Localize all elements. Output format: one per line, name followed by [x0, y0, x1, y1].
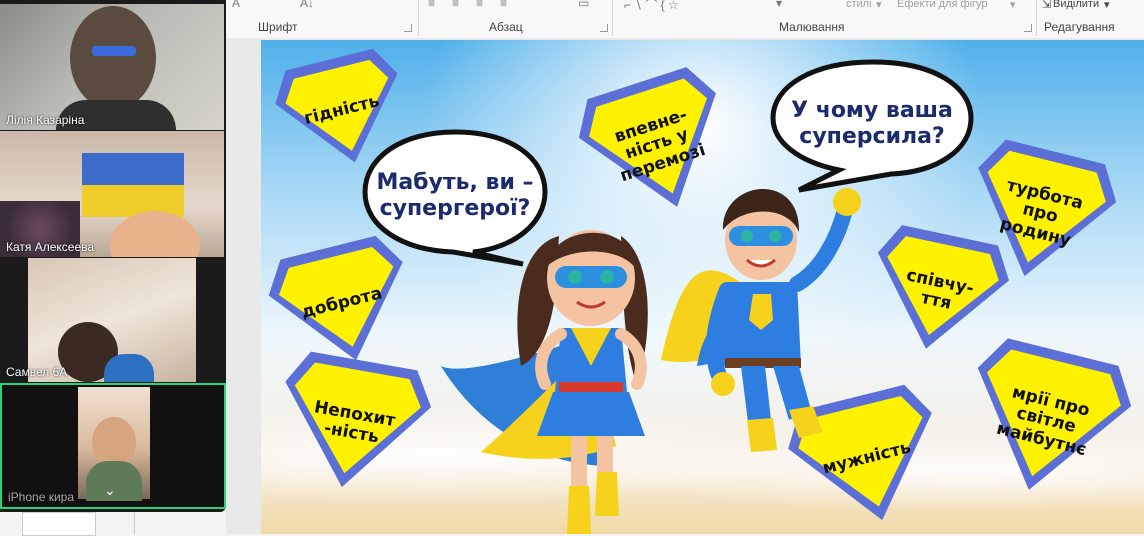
participant-name: iPhone кира — [8, 490, 74, 504]
ribbon-separator — [418, 0, 419, 36]
paragraph-group-label: Абзац — [489, 20, 523, 34]
font-icon[interactable]: A — [232, 0, 240, 10]
ukraine-flag-icon — [82, 153, 184, 217]
chevron-down-icon[interactable]: ▾ — [1104, 0, 1110, 11]
chevron-down-icon[interactable]: ▾ — [876, 0, 882, 11]
participants-panel: Лілія Казаріна Катя Алексеева Самвел 6А … — [0, 0, 226, 512]
shield-label: гідність — [302, 91, 382, 130]
select-button[interactable]: Виділити — [1053, 0, 1099, 10]
drawing-group-label: Малювання — [779, 20, 845, 34]
shield-label: Непохит -ність — [312, 397, 397, 448]
select-arrow-icon[interactable]: ⇲ — [1042, 0, 1051, 11]
ribbon-separator — [612, 0, 613, 36]
slide-thumbnail[interactable] — [22, 512, 96, 536]
superhero-boy-illustration — [661, 170, 881, 460]
align-left-icon[interactable]: ≡ — [428, 0, 435, 10]
font-dialog-launcher-icon[interactable] — [404, 24, 412, 32]
participant-tile[interactable]: Катя Алексеева — [0, 131, 224, 257]
align-center-icon[interactable]: ≡ — [452, 0, 459, 10]
slide[interactable]: Мабуть, ви – супергерої? У чому ваша суп… — [261, 40, 1144, 534]
participant-tile[interactable]: Лілія Казаріна — [0, 4, 224, 130]
editing-group-label: Редагування — [1044, 20, 1115, 34]
participant-name: Самвел 6А — [6, 365, 68, 379]
smartart-icon[interactable]: ▭ — [578, 0, 589, 10]
participant-tile-active[interactable]: iPhone кира ⌄ — [0, 383, 226, 509]
shapes-gallery-icon[interactable]: ⌐ ∖ ⌒ { ☆ — [624, 0, 679, 13]
participant-tile[interactable]: Самвел 6А — [0, 258, 224, 382]
shield-dignity: гідність — [263, 40, 421, 183]
arrange-icon[interactable]: ▾ — [776, 0, 782, 10]
chevron-down-icon[interactable]: ▾ — [1010, 0, 1016, 11]
shield-bright-future: мрії про світле майбутнє — [947, 328, 1144, 514]
chevron-down-icon[interactable]: ⌄ — [104, 482, 116, 499]
paragraph-dialog-launcher-icon[interactable] — [600, 24, 608, 32]
participant-name: Катя Алексеева — [6, 240, 95, 254]
glasses-icon — [92, 46, 136, 56]
font-size-icon[interactable]: A↓ — [300, 0, 314, 10]
quick-styles-button[interactable]: стилі — [846, 0, 872, 10]
participant-name: Лілія Казаріна — [6, 113, 85, 127]
font-group-label: Шрифт — [258, 20, 298, 34]
shield-steadfastness: Непохит -ність — [264, 343, 441, 504]
participant-video — [28, 258, 196, 382]
justify-icon[interactable]: ≡ — [500, 0, 507, 10]
ribbon-separator — [1036, 0, 1037, 36]
participant-video — [110, 211, 200, 257]
drawing-dialog-launcher-icon[interactable] — [1024, 24, 1032, 32]
panel-divider — [134, 512, 135, 534]
participant-video — [70, 6, 156, 110]
shape-effects-button[interactable]: Ефекти для фігур — [897, 0, 988, 10]
align-right-icon[interactable]: ≡ — [476, 0, 483, 10]
